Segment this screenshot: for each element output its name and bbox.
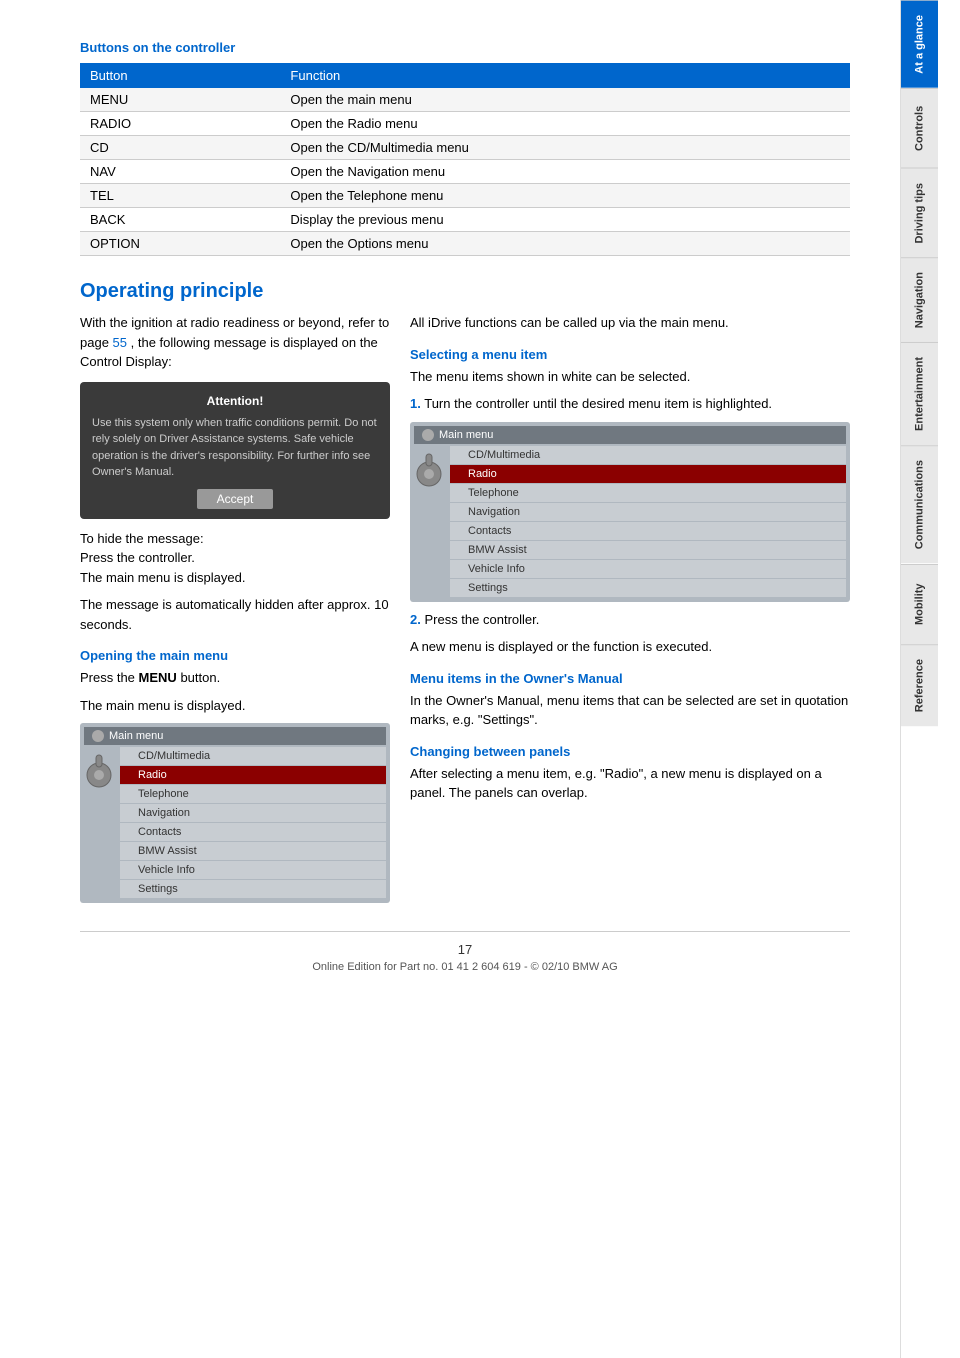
intro-paragraph: With the ignition at radio readiness or … (80, 313, 390, 372)
menu-bold: MENU (139, 670, 177, 685)
changing-panels-text: After selecting a menu item, e.g. "Radio… (410, 764, 850, 803)
sidebar-tabs: At a glanceControlsDriving tipsNavigatio… (900, 0, 938, 1358)
menu-title-bar-left: Main menu (84, 727, 386, 745)
table-row-function: Open the Telephone menu (280, 184, 850, 208)
right-menu-item: Contacts (450, 522, 846, 540)
menu-with-knob-left: CD/MultimediaRadioTelephoneNavigationCon… (84, 747, 386, 899)
sidebar-tab[interactable]: Communications (901, 445, 938, 563)
footer-text: Online Edition for Part no. 01 41 2 604 … (312, 961, 617, 973)
table-row-function: Open the main menu (280, 88, 850, 112)
knob-icon-left (84, 752, 114, 792)
table-row-button: MENU (80, 88, 280, 112)
right-menu-item: Telephone (450, 484, 846, 502)
operating-principle-heading: Operating principle (80, 280, 850, 303)
selecting-menu-item-text: The menu items shown in white can be sel… (410, 367, 850, 387)
attention-box: Attention! Use this system only when tra… (80, 382, 390, 519)
all-idrive-text: All iDrive functions can be called up vi… (410, 313, 850, 333)
selecting-menu-item-heading: Selecting a menu item (410, 347, 850, 362)
table-row-function: Open the CD/Multimedia menu (280, 136, 850, 160)
right-menu-item: BMW Assist (450, 541, 846, 559)
menu-button-instruction: Press the MENU button. (80, 668, 390, 688)
attention-text: Use this system only when traffic condit… (92, 415, 378, 481)
table-row-button: OPTION (80, 232, 280, 256)
sidebar-tab[interactable]: Mobility (901, 564, 938, 644)
sidebar-tab[interactable]: Controls (901, 88, 938, 168)
sidebar-tab[interactable]: Driving tips (901, 168, 938, 258)
main-menu-right: Main menu CD/MultimediaRadioTelephoneNa (410, 422, 850, 602)
table-row-function: Open the Radio menu (280, 112, 850, 136)
menu-icon-left (92, 730, 104, 742)
operating-principle-section: Operating principle With the ignition at… (80, 280, 850, 911)
col2-header: Function (280, 63, 850, 88)
left-menu-item: Radio (120, 766, 386, 784)
menu-title-bar-right: Main menu (414, 426, 846, 444)
table-row-button: BACK (80, 208, 280, 232)
menu-displayed-text: The main menu is displayed. (80, 696, 390, 716)
hide-message-text: To hide the message: Press the controlle… (80, 529, 390, 588)
right-menu-item: Settings (450, 579, 846, 597)
menu-icon-right (422, 429, 434, 441)
right-menu-item: CD/Multimedia (450, 446, 846, 464)
attention-header: Attention! (92, 392, 378, 410)
left-column: With the ignition at radio readiness or … (80, 313, 390, 911)
step2-text: 2. Press the controller. (410, 610, 850, 630)
page-footer: 17 Online Edition for Part no. 01 41 2 6… (80, 931, 850, 983)
right-menu-item: Vehicle Info (450, 560, 846, 578)
owners-manual-text: In the Owner's Manual, menu items that c… (410, 691, 850, 730)
sidebar-tab[interactable]: Entertainment (901, 342, 938, 445)
right-menu-item: Radio (450, 465, 846, 483)
accept-button[interactable]: Accept (197, 489, 274, 509)
col1-header: Button (80, 63, 280, 88)
right-column: All iDrive functions can be called up vi… (410, 313, 850, 911)
table-row-function: Open the Navigation menu (280, 160, 850, 184)
left-menu-item: Telephone (120, 785, 386, 803)
menu-with-knob-right: CD/MultimediaRadioTelephoneNavigationCon… (414, 446, 846, 598)
table-row-button: CD (80, 136, 280, 160)
buttons-section-heading: Buttons on the controller (80, 40, 850, 55)
table-row-function: Display the previous menu (280, 208, 850, 232)
page-link[interactable]: 55 (113, 335, 127, 350)
changing-panels-heading: Changing between panels (410, 744, 850, 759)
controller-table: Button Function MENUOpen the main menuRA… (80, 63, 850, 256)
step1-text: 1. Turn the controller until the desired… (410, 394, 850, 414)
right-menu-item: Navigation (450, 503, 846, 521)
sidebar-tab[interactable]: Reference (901, 644, 938, 726)
table-row-button: TEL (80, 184, 280, 208)
left-menu-item: CD/Multimedia (120, 747, 386, 765)
left-menu-item: BMW Assist (120, 842, 386, 860)
main-content: Buttons on the controller Button Functio… (0, 0, 900, 1358)
left-menu-item: Navigation (120, 804, 386, 822)
knob-icon-right (414, 451, 444, 491)
step2-result-text: A new menu is displayed or the function … (410, 637, 850, 657)
owners-manual-heading: Menu items in the Owner's Manual (410, 671, 850, 686)
table-row-button: RADIO (80, 112, 280, 136)
page-container: Buttons on the controller Button Functio… (0, 0, 960, 1358)
left-menu-item: Vehicle Info (120, 861, 386, 879)
opening-main-menu-heading: Opening the main menu (80, 648, 390, 663)
page-number: 17 (80, 942, 850, 957)
table-row-function: Open the Options menu (280, 232, 850, 256)
buttons-section: Buttons on the controller Button Functio… (80, 40, 850, 256)
main-menu-left: Main menu CD/MultimediaRadioTelephoneNa (80, 723, 390, 903)
menu-items-left: CD/MultimediaRadioTelephoneNavigationCon… (120, 747, 386, 899)
sidebar-tab[interactable]: Navigation (901, 257, 938, 342)
auto-hide-text: The message is automatically hidden afte… (80, 595, 390, 634)
menu-items-right: CD/MultimediaRadioTelephoneNavigationCon… (450, 446, 846, 598)
left-menu-item: Contacts (120, 823, 386, 841)
table-row-button: NAV (80, 160, 280, 184)
sidebar-tab[interactable]: At a glance (901, 0, 938, 88)
two-col-layout: With the ignition at radio readiness or … (80, 313, 850, 911)
left-menu-item: Settings (120, 880, 386, 898)
